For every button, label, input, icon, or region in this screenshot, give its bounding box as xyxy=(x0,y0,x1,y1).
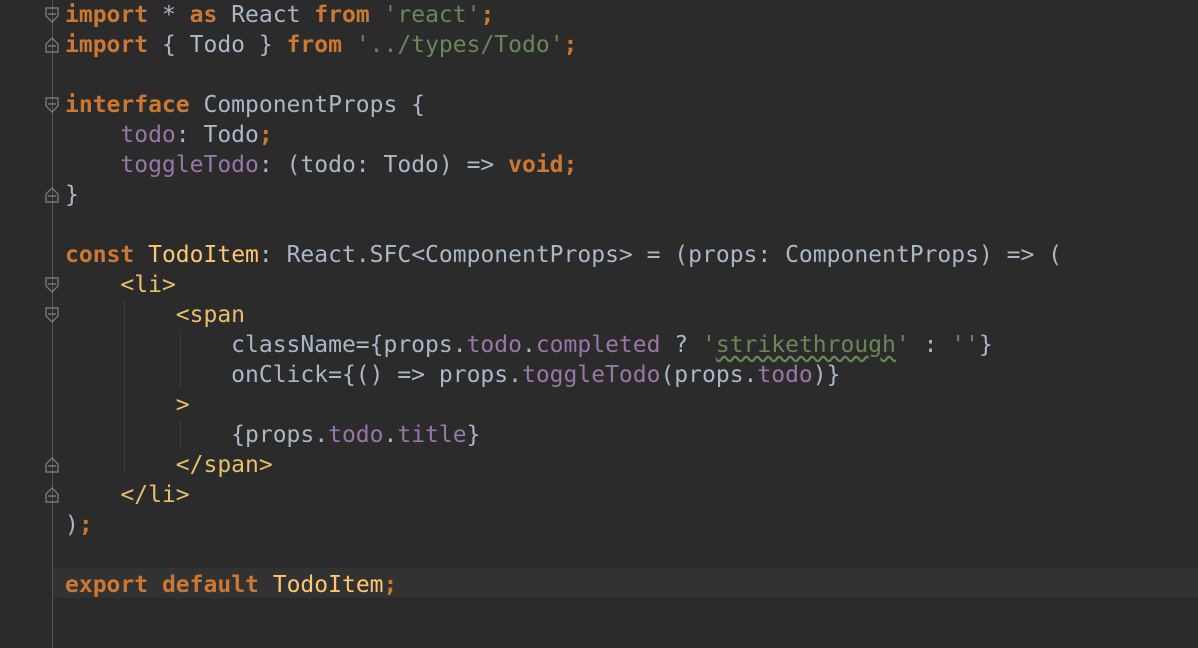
code-token: as xyxy=(189,2,218,28)
code-token: toggleTodo xyxy=(521,362,661,388)
code-token: </span> xyxy=(175,452,273,478)
code-token: : (todo: Todo) => xyxy=(258,152,509,178)
code-line[interactable]: </span> xyxy=(65,450,273,480)
code-line[interactable]: interface ComponentProps { xyxy=(65,90,425,120)
code-token: export xyxy=(65,572,149,598)
code-token: ' xyxy=(702,332,716,358)
code-token: ; xyxy=(563,152,578,178)
fold-open-icon[interactable] xyxy=(44,276,60,294)
code-token: { Todo } xyxy=(148,32,287,58)
code-token: : React.SFC<ComponentProps> = (props: Co… xyxy=(258,242,1063,268)
code-token: from xyxy=(286,32,342,58)
code-line[interactable]: <li> xyxy=(65,270,176,300)
code-token: ComponentProps { xyxy=(189,92,426,118)
code-token: default xyxy=(161,572,259,598)
code-token: ; xyxy=(480,2,495,28)
code-token: . xyxy=(383,422,398,448)
code-line[interactable]: todo: Todo; xyxy=(65,120,273,150)
code-line[interactable]: import * as React from 'react'; xyxy=(65,0,494,30)
fold-close-icon[interactable] xyxy=(44,36,60,54)
code-token: toggleTodo xyxy=(120,152,259,178)
code-token: * xyxy=(148,2,190,28)
code-token: ? xyxy=(660,332,702,358)
code-token: . xyxy=(521,332,536,358)
code-token: } xyxy=(978,332,993,358)
code-token: ; xyxy=(563,32,578,58)
code-token: void xyxy=(508,152,564,178)
code-line[interactable]: {props.todo.title} xyxy=(65,420,480,450)
fold-open-icon[interactable] xyxy=(44,306,60,324)
code-token: todo xyxy=(120,122,176,148)
code-token: 'react' xyxy=(383,2,481,28)
code-line[interactable]: import { Todo } from '../types/Todo'; xyxy=(65,30,577,60)
code-token: ; xyxy=(383,572,398,598)
code-token: : xyxy=(909,332,952,358)
code-token: <span xyxy=(175,302,246,328)
code-line[interactable]: > xyxy=(65,390,190,420)
code-token: ; xyxy=(78,512,93,538)
code-line[interactable]: const TodoItem: React.SFC<ComponentProps… xyxy=(65,240,1062,270)
code-line[interactable]: toggleTodo: (todo: Todo) => void; xyxy=(65,150,577,180)
code-token: } xyxy=(65,182,79,208)
code-token: interface xyxy=(65,92,190,118)
code-line[interactable]: ); xyxy=(65,510,93,540)
code-token: title xyxy=(397,422,467,448)
code-token: '../types/Todo' xyxy=(355,32,564,58)
code-token: const xyxy=(65,242,135,268)
code-line[interactable]: className={props.todo.completed ? 'strik… xyxy=(65,330,993,360)
code-token: <li> xyxy=(120,272,176,298)
code-token: ) xyxy=(65,512,79,538)
code-token: todo xyxy=(757,362,813,388)
code-token: className={props. xyxy=(65,332,467,358)
code-token: > xyxy=(175,392,190,418)
fold-close-icon[interactable] xyxy=(44,486,60,504)
fold-open-icon[interactable] xyxy=(44,6,60,24)
code-token: TodoItem xyxy=(148,242,259,268)
code-token: </li> xyxy=(120,482,190,508)
code-token: from xyxy=(314,2,370,28)
code-token: React xyxy=(217,2,315,28)
code-token: {props. xyxy=(65,422,329,448)
code-line[interactable]: </li> xyxy=(65,480,190,510)
code-token: (props. xyxy=(660,362,758,388)
code-line[interactable]: } xyxy=(65,180,79,210)
code-token: '' xyxy=(951,332,979,358)
fold-close-icon[interactable] xyxy=(44,456,60,474)
code-token: ; xyxy=(258,122,273,148)
code-line[interactable]: export default TodoItem; xyxy=(65,570,397,600)
code-token: } xyxy=(466,422,481,448)
fold-close-icon[interactable] xyxy=(44,186,60,204)
code-token: TodoItem xyxy=(258,572,384,598)
code-token: strikethrough xyxy=(715,332,896,358)
code-token: ' xyxy=(895,332,910,358)
code-line[interactable]: onClick={() => props.toggleTodo(props.to… xyxy=(65,360,840,390)
code-line[interactable]: <span xyxy=(65,300,245,330)
code-token: todo xyxy=(466,332,522,358)
fold-open-icon[interactable] xyxy=(44,96,60,114)
code-editor[interactable]: import * as React from 'react'; import { … xyxy=(0,0,1198,648)
code-token: completed xyxy=(535,332,661,358)
code-token: import xyxy=(65,2,149,28)
code-token: : Todo xyxy=(175,122,259,148)
code-token: todo xyxy=(328,422,384,448)
code-token: )} xyxy=(812,362,841,388)
code-token: onClick={() => props. xyxy=(65,362,522,388)
code-token: import xyxy=(65,32,149,58)
